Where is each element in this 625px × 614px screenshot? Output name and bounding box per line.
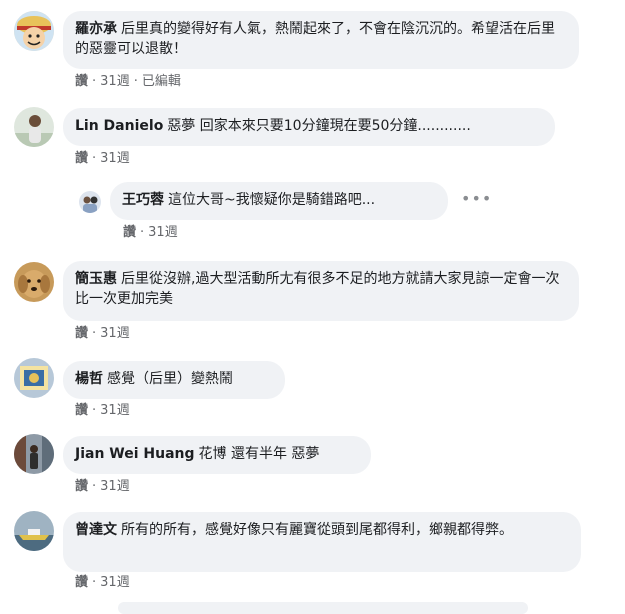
person-avatar-icon[interactable] <box>79 191 101 213</box>
timestamp[interactable]: 31週 <box>100 403 130 418</box>
reply-item: 王巧蓉 這位大哥~我懷疑你是騎錯路吧... ••• 讚 · 31週 <box>0 170 625 248</box>
comment-item: 羅亦承 后里真的變得好有人氣，熱鬧起來了，不會在陰沉沉的。希望活在后里的惡靈可以退… <box>0 0 625 100</box>
comment-bubble: Lin Danielo 惡夢 回家本來只要10分鐘現在要50分鐘.........… <box>63 108 555 146</box>
edited-label[interactable]: 已編輯 <box>142 74 181 89</box>
timestamp[interactable]: 31週 <box>148 225 178 240</box>
like-button[interactable]: 讚 <box>75 151 88 166</box>
comment-text: 惡夢 回家本來只要10分鐘現在要50分鐘............ <box>167 118 471 134</box>
comment-author[interactable]: 楊哲 <box>75 371 103 387</box>
comment-actions: 讚 · 31週 <box>75 151 130 166</box>
comment-item: Jian Wei Huang 花博 還有半年 惡夢 讚 · 31週 <box>0 422 625 502</box>
comment-text: 感覺（后里）變熱鬧 <box>107 371 233 387</box>
timestamp[interactable]: 31週 <box>100 479 130 494</box>
comment-bubble: 簡玉惠 后里從沒辦,過大型活動所尢有很多不足的地方就請大家見諒一定會一次比一次更加… <box>63 261 579 321</box>
comment-text: 這位大哥~我懷疑你是騎錯路吧... <box>168 192 376 208</box>
timestamp[interactable]: 31週 <box>100 151 130 166</box>
more-options-icon[interactable]: ••• <box>461 189 492 208</box>
like-button[interactable]: 讚 <box>75 479 88 494</box>
boat-avatar-icon[interactable] <box>14 511 54 551</box>
comment-bubble: 王巧蓉 這位大哥~我懷疑你是騎錯路吧... <box>110 182 448 220</box>
person-avatar-icon[interactable] <box>14 107 54 147</box>
luffy-avatar-icon[interactable] <box>14 11 54 51</box>
comment-actions: 讚 · 31週 <box>75 479 130 494</box>
comment-bubble: Jian Wei Huang 花博 還有半年 惡夢 <box>63 436 371 474</box>
comment-text: 后里真的變得好有人氣，熱鬧起來了，不會在陰沉沉的。希望活在后里的惡靈可以退散！ <box>75 21 555 57</box>
timestamp[interactable]: 31週 <box>100 326 130 341</box>
comment-actions: 讚 · 31週 · 已編輯 <box>75 74 181 89</box>
like-button[interactable]: 讚 <box>75 74 88 89</box>
comment-item: Lin Danielo 惡夢 回家本來只要10分鐘現在要50分鐘.........… <box>0 100 625 170</box>
comment-text: 后里從沒辦,過大型活動所尢有很多不足的地方就請大家見諒一定會一次比一次更加完美 <box>75 271 560 307</box>
like-button[interactable]: 讚 <box>123 225 136 240</box>
comment-actions: 讚 · 31週 <box>75 403 130 418</box>
like-button[interactable]: 讚 <box>75 403 88 418</box>
comment-item: 簡玉惠 后里從沒辦,過大型活動所尢有很多不足的地方就請大家見諒一定會一次比一次更加… <box>0 248 625 352</box>
timestamp[interactable]: 31週 <box>100 575 130 590</box>
comment-actions: 讚 · 31週 <box>75 575 130 590</box>
like-button[interactable]: 讚 <box>75 575 88 590</box>
comment-author[interactable]: Jian Wei Huang <box>75 446 195 462</box>
picture-avatar-icon[interactable] <box>14 358 54 398</box>
comment-author[interactable]: Lin Danielo <box>75 118 163 134</box>
like-button[interactable]: 讚 <box>75 326 88 341</box>
person-avatar-icon[interactable] <box>14 434 54 474</box>
comment-author[interactable]: 曾達文 <box>75 522 117 538</box>
comment-author[interactable]: 簡玉惠 <box>75 271 117 287</box>
comment-item: 曾達文 所有的所有，感覺好像只有麗寶從頭到尾都得利，鄉親都得弊。 讚 · 31週 <box>0 502 625 614</box>
comment-author[interactable]: 王巧蓉 <box>122 192 164 208</box>
comment-item: 楊哲 感覺（后里）變熱鬧 讚 · 31週 <box>0 352 625 422</box>
comment-actions: 讚 · 31週 <box>123 225 178 240</box>
comment-author[interactable]: 羅亦承 <box>75 21 117 37</box>
dog-avatar-icon[interactable] <box>14 262 54 302</box>
comment-bubble: 羅亦承 后里真的變得好有人氣，熱鬧起來了，不會在陰沉沉的。希望活在后里的惡靈可以退… <box>63 11 579 69</box>
comment-text: 花博 還有半年 惡夢 <box>198 446 320 462</box>
comment-bubble: 楊哲 感覺（后里）變熱鬧 <box>63 361 285 399</box>
timestamp[interactable]: 31週 <box>100 74 130 89</box>
comment-bubble: 曾達文 所有的所有，感覺好像只有麗寶從頭到尾都得利，鄉親都得弊。 <box>63 512 581 572</box>
comment-text: 所有的所有，感覺好像只有麗寶從頭到尾都得利，鄉親都得弊。 <box>121 522 513 538</box>
next-comment-bubble-edge <box>118 602 528 614</box>
comment-actions: 讚 · 31週 <box>75 326 130 341</box>
